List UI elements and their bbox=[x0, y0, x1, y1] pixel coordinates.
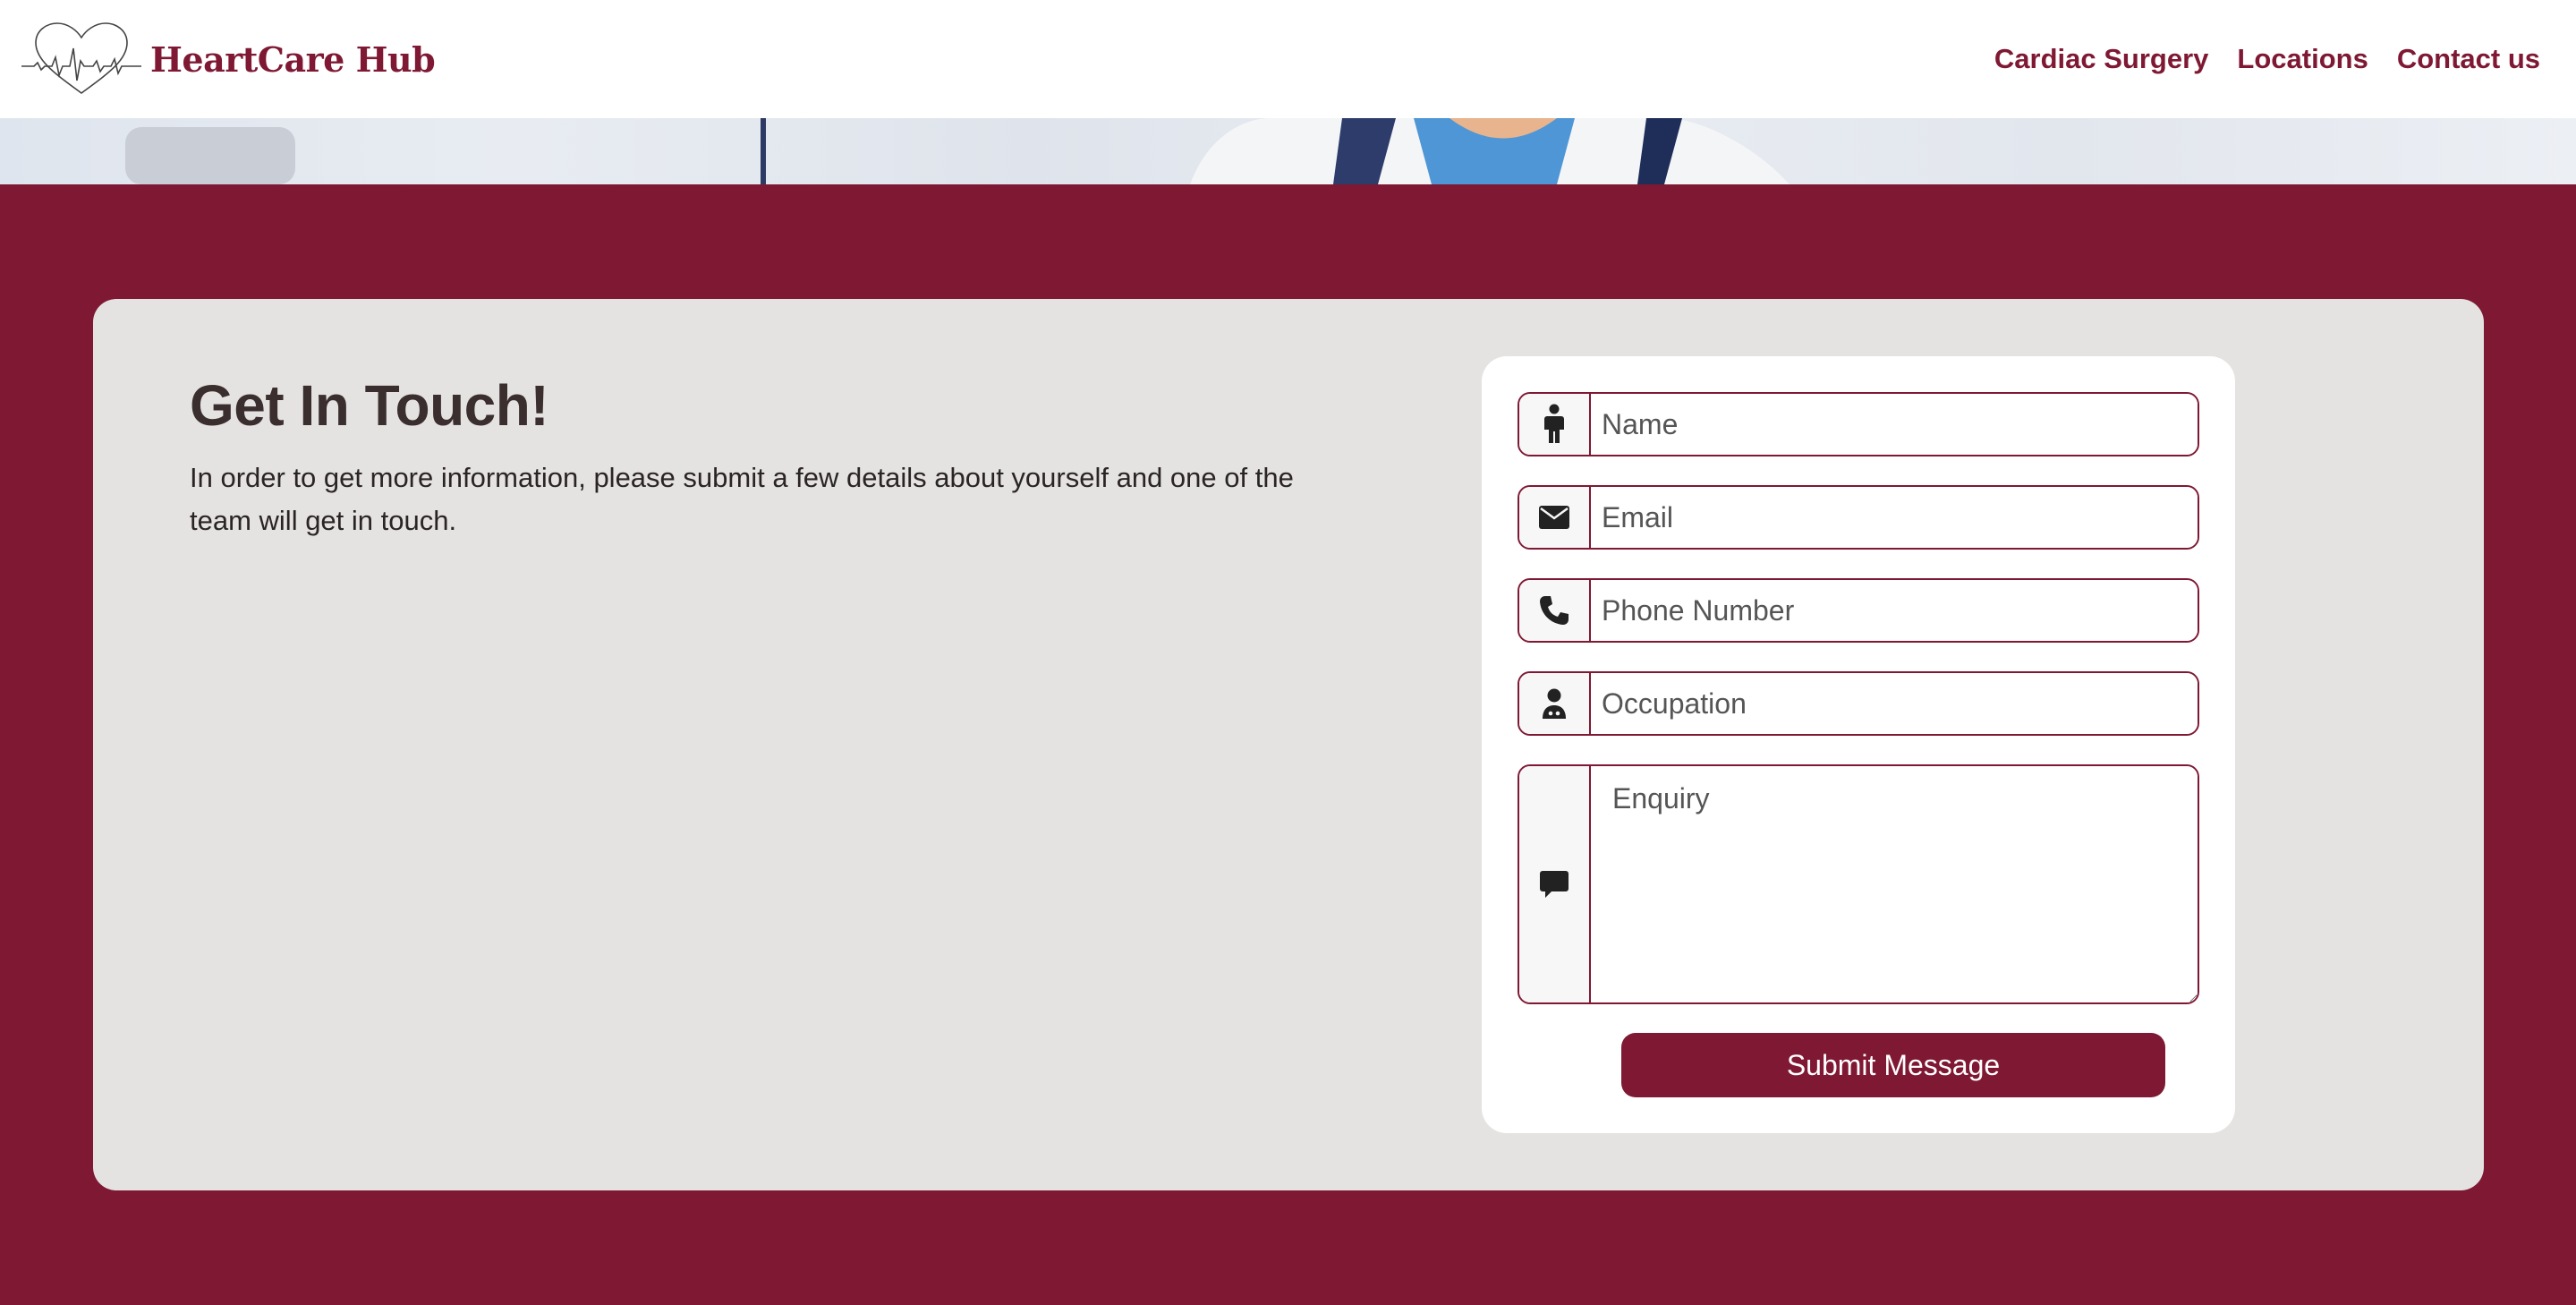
person-icon bbox=[1519, 394, 1591, 455]
brand-name: HeartCare Hub bbox=[150, 38, 436, 80]
contact-card: Get In Touch! In order to get more infor… bbox=[93, 299, 2484, 1190]
email-input[interactable] bbox=[1591, 487, 2198, 548]
nav-cardiac-surgery[interactable]: Cardiac Surgery bbox=[1994, 43, 2209, 75]
name-field bbox=[1518, 392, 2199, 456]
site-header: HeartCare Hub Cardiac Surgery Locations … bbox=[0, 0, 2576, 118]
phone-field bbox=[1518, 578, 2199, 643]
enquiry-textarea[interactable] bbox=[1591, 766, 2198, 1002]
comment-icon bbox=[1519, 766, 1591, 1002]
hero-image bbox=[0, 118, 2576, 184]
contact-intro: In order to get more information, please… bbox=[190, 462, 1294, 536]
main-nav: Cardiac Surgery Locations Contact us bbox=[1994, 43, 2540, 75]
brand[interactable]: HeartCare Hub bbox=[21, 21, 436, 97]
phone-input[interactable] bbox=[1591, 580, 2198, 641]
submit-message-button[interactable]: Submit Message bbox=[1621, 1033, 2165, 1097]
phone-icon bbox=[1519, 580, 1591, 641]
name-input[interactable] bbox=[1591, 394, 2198, 455]
occupation-input[interactable] bbox=[1591, 673, 2198, 734]
email-field bbox=[1518, 485, 2199, 550]
nav-contact-us[interactable]: Contact us bbox=[2397, 43, 2540, 75]
nav-locations[interactable]: Locations bbox=[2237, 43, 2368, 75]
user-doctor-icon bbox=[1519, 673, 1591, 734]
heart-logo-icon bbox=[21, 22, 141, 94]
hero-doctor-image bbox=[125, 118, 1790, 184]
envelope-icon bbox=[1519, 487, 1591, 548]
occupation-field bbox=[1518, 671, 2199, 736]
enquiry-field bbox=[1518, 764, 2199, 1004]
contact-form: Submit Message bbox=[1482, 356, 2235, 1133]
contact-title: Get In Touch! bbox=[190, 373, 549, 438]
